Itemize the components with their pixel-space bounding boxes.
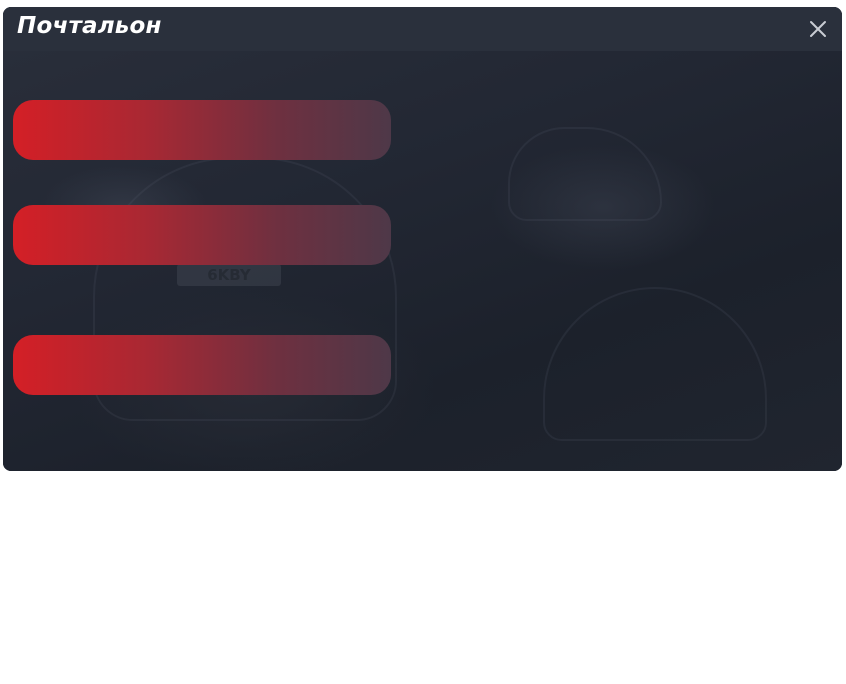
background-car-shape [508,127,662,221]
title-bar: Почтальон [3,7,842,51]
license-plate: 6KBY [177,264,281,286]
close-icon[interactable] [808,19,828,39]
action-button-3[interactable] [13,335,391,395]
action-button-1[interactable] [13,100,391,160]
postman-window: 6KBY Почтальон [3,7,842,471]
background-car-shape [543,287,767,441]
close-icon-glyph [810,21,826,37]
window-title: Почтальон [17,13,162,39]
action-button-2[interactable] [13,205,391,265]
